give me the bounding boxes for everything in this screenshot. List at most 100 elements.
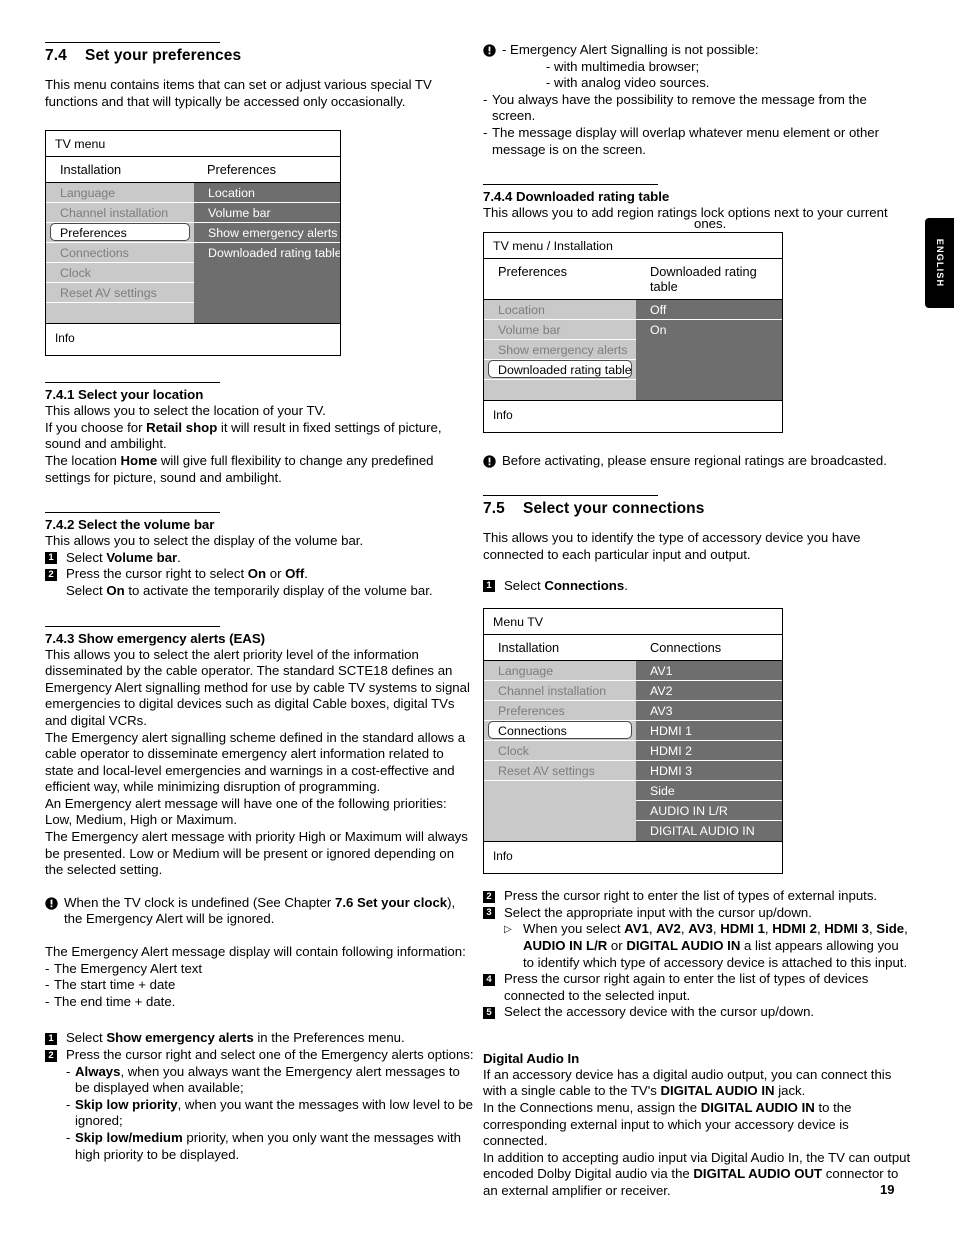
submenu-item-av1[interactable]: AV1 — [636, 661, 782, 682]
connections-step-2: 2 Press the cursor right to enter the li… — [483, 888, 913, 905]
menu-item-volume-bar[interactable]: Volume bar — [484, 320, 636, 340]
section-743-bullet-2: - The start time + date — [45, 977, 475, 994]
submenu-item-av3[interactable]: AV3 — [636, 701, 782, 722]
manual-page: ENGLISH 7.4 Set your preferences This men… — [0, 0, 954, 1235]
section-742-p1: This allows you to select the display of… — [45, 533, 364, 549]
step-number-badge: 1 — [483, 580, 495, 593]
tv-menu-title: TV menu / Installation — [484, 233, 782, 259]
submenu-item-empty-1 — [194, 263, 340, 284]
step-number-badge: 3 — [483, 907, 495, 920]
dash-marker: - — [483, 124, 488, 140]
step-text: Select Show emergency alerts in the Pref… — [66, 1030, 405, 1046]
submenu-item-side[interactable]: Side — [636, 781, 782, 802]
submenu-item-hdmi-1[interactable]: HDMI 1 — [636, 721, 782, 742]
submenu-item-location[interactable]: Location — [194, 183, 340, 204]
menu-item-downloaded-rating-table-selected[interactable]: Downloaded rating table — [484, 359, 636, 380]
section-title: Select your connections — [523, 500, 705, 518]
menu-item-empty-3 — [484, 821, 636, 842]
submenu-item-volume-bar[interactable]: Volume bar — [194, 203, 340, 224]
submenu-item-on[interactable]: On — [636, 320, 782, 340]
step-text: Select Connections. — [504, 577, 628, 593]
step-text: Press the cursor right again to enter th… — [504, 971, 869, 1003]
note-text: The message display will overlap whateve… — [492, 124, 880, 157]
step-text: Select the accessory device with the cur… — [504, 1004, 815, 1020]
dash-marker: - — [66, 1129, 71, 1145]
menu-item-clock[interactable]: Clock — [484, 741, 636, 762]
menu-item-connections-selected[interactable]: Connections — [484, 721, 636, 742]
tv-menu-title: TV menu — [46, 131, 340, 158]
tv-menu-info: Info — [46, 323, 340, 356]
tv-menu-body: Language Channel installation Preference… — [46, 183, 340, 324]
warning-icon — [45, 897, 58, 910]
menu-item-channel-installation[interactable]: Channel installation — [484, 681, 636, 702]
section-743-title: 7.4.3 Show emergency alerts (EAS) — [45, 630, 266, 646]
step-number-badge: 4 — [483, 973, 495, 986]
tv-menu-header: Preferences Downloaded rating table — [484, 259, 782, 300]
tv-menu-header-left: Installation — [60, 162, 122, 178]
section-742-step-1: 1 Select Volume bar. — [45, 550, 475, 567]
english-side-tab-label: ENGLISH — [934, 238, 945, 288]
tv-menu-header-left: Installation — [498, 640, 560, 656]
step-number-badge: 2 — [45, 1049, 57, 1062]
section-75-rule — [483, 495, 658, 497]
step-number-badge: 1 — [45, 552, 57, 565]
top-note-sub-2: - with analog video sources. — [546, 75, 710, 91]
menu-item-preferences[interactable]: Preferences — [484, 701, 636, 722]
tv-menu-header-left: Preferences — [498, 263, 567, 279]
rating-note-text: Before activating, please ensure regiona… — [502, 452, 887, 468]
menu-item-channel-installation[interactable]: Channel installation — [46, 203, 194, 224]
menu-item-reset-av-settings[interactable]: Reset AV settings — [46, 283, 194, 304]
submenu-item-hdmi-3[interactable]: HDMI 3 — [636, 761, 782, 782]
left-column: 7.4 Set your preferences This menu contai… — [45, 42, 475, 1163]
submenu-item-empty-1 — [636, 340, 782, 360]
menu-item-show-emergency-alerts[interactable]: Show emergency alerts — [484, 340, 636, 360]
section-742-rule — [45, 512, 220, 514]
menu-item-preferences-selected[interactable]: Preferences — [46, 223, 194, 244]
option-always: - Always, when you always want the Emerge… — [66, 1064, 475, 1097]
submenu-item-audio-in-lr[interactable]: AUDIO IN L/R — [636, 801, 782, 822]
menu-item-empty-1 — [484, 781, 636, 802]
page-title: 7.4 Set your preferences — [45, 47, 475, 65]
option-text: Always, when you always want the Emergen… — [75, 1063, 460, 1096]
section-title: Set your preferences — [85, 47, 242, 64]
top-note-text: - Emergency Alert Signalling is not poss… — [502, 42, 759, 57]
triangle-right-icon: ▷ — [504, 924, 512, 936]
tv-menu-header-right: Downloaded rating table — [650, 263, 757, 294]
menu-item-preferences-label: Preferences — [50, 223, 190, 242]
submenu-item-hdmi-2[interactable]: HDMI 2 — [636, 741, 782, 762]
menu-item-language[interactable]: Language — [46, 183, 194, 204]
connections-step-5: 5 Select the accessory device with the c… — [483, 1004, 913, 1021]
step-text: Select the appropriate input with the cu… — [504, 904, 812, 920]
tv-menu-header-right: Connections — [650, 640, 722, 656]
digital-audio-in-p3: In addition to accepting audio input via… — [483, 1149, 911, 1199]
tv-menu-header: Installation Connections — [484, 635, 782, 662]
menu-item-connections[interactable]: Connections — [46, 243, 194, 264]
submenu-item-av2[interactable]: AV2 — [636, 681, 782, 702]
english-side-tab: ENGLISH — [925, 218, 954, 308]
section-number: 7.4 — [45, 47, 67, 64]
submenu-item-digital-audio-in[interactable]: DIGITAL AUDIO IN — [636, 821, 782, 842]
section-741-p2: If you choose for Retail shop it will re… — [45, 419, 442, 452]
warning-icon — [483, 44, 496, 57]
step-text: Press the cursor right and select one of… — [66, 1047, 474, 1062]
submenu-item-downloaded-rating-table[interactable]: Downloaded rating table — [194, 243, 340, 264]
section-744-title: 7.4.4 Downloaded rating table — [483, 189, 670, 205]
menu-item-reset-av-settings[interactable]: Reset AV settings — [484, 761, 636, 782]
submenu-item-off[interactable]: Off — [636, 300, 782, 320]
substep-text: When you select AV1, AV2, AV3, HDMI 1, H… — [523, 921, 908, 970]
tv-menu-body: Language Channel installation Preference… — [484, 661, 782, 842]
section-743-step-1: 1 Select Show emergency alerts in the Pr… — [45, 1030, 475, 1047]
menu-item-clock[interactable]: Clock — [46, 263, 194, 284]
menu-item-location[interactable]: Location — [484, 300, 636, 320]
bullet-text: The Emergency Alert text — [54, 960, 203, 976]
submenu-item-show-emergency-alerts[interactable]: Show emergency alerts — [194, 223, 340, 244]
submenu-item-empty-2 — [194, 283, 340, 304]
tv-menu-right-pane: Off On — [636, 299, 782, 400]
dash-marker: - — [66, 1063, 71, 1079]
menu-item-language[interactable]: Language — [484, 661, 636, 682]
section-741-p3: The location Home will give full flexibi… — [45, 452, 434, 485]
step-text: Press the cursor right to enter the list… — [504, 888, 878, 904]
option-text: Skip low priority, when you want the mes… — [75, 1096, 474, 1129]
dash-marker: - — [66, 1096, 71, 1112]
section-744-wrapped-word: ones. — [694, 216, 727, 231]
